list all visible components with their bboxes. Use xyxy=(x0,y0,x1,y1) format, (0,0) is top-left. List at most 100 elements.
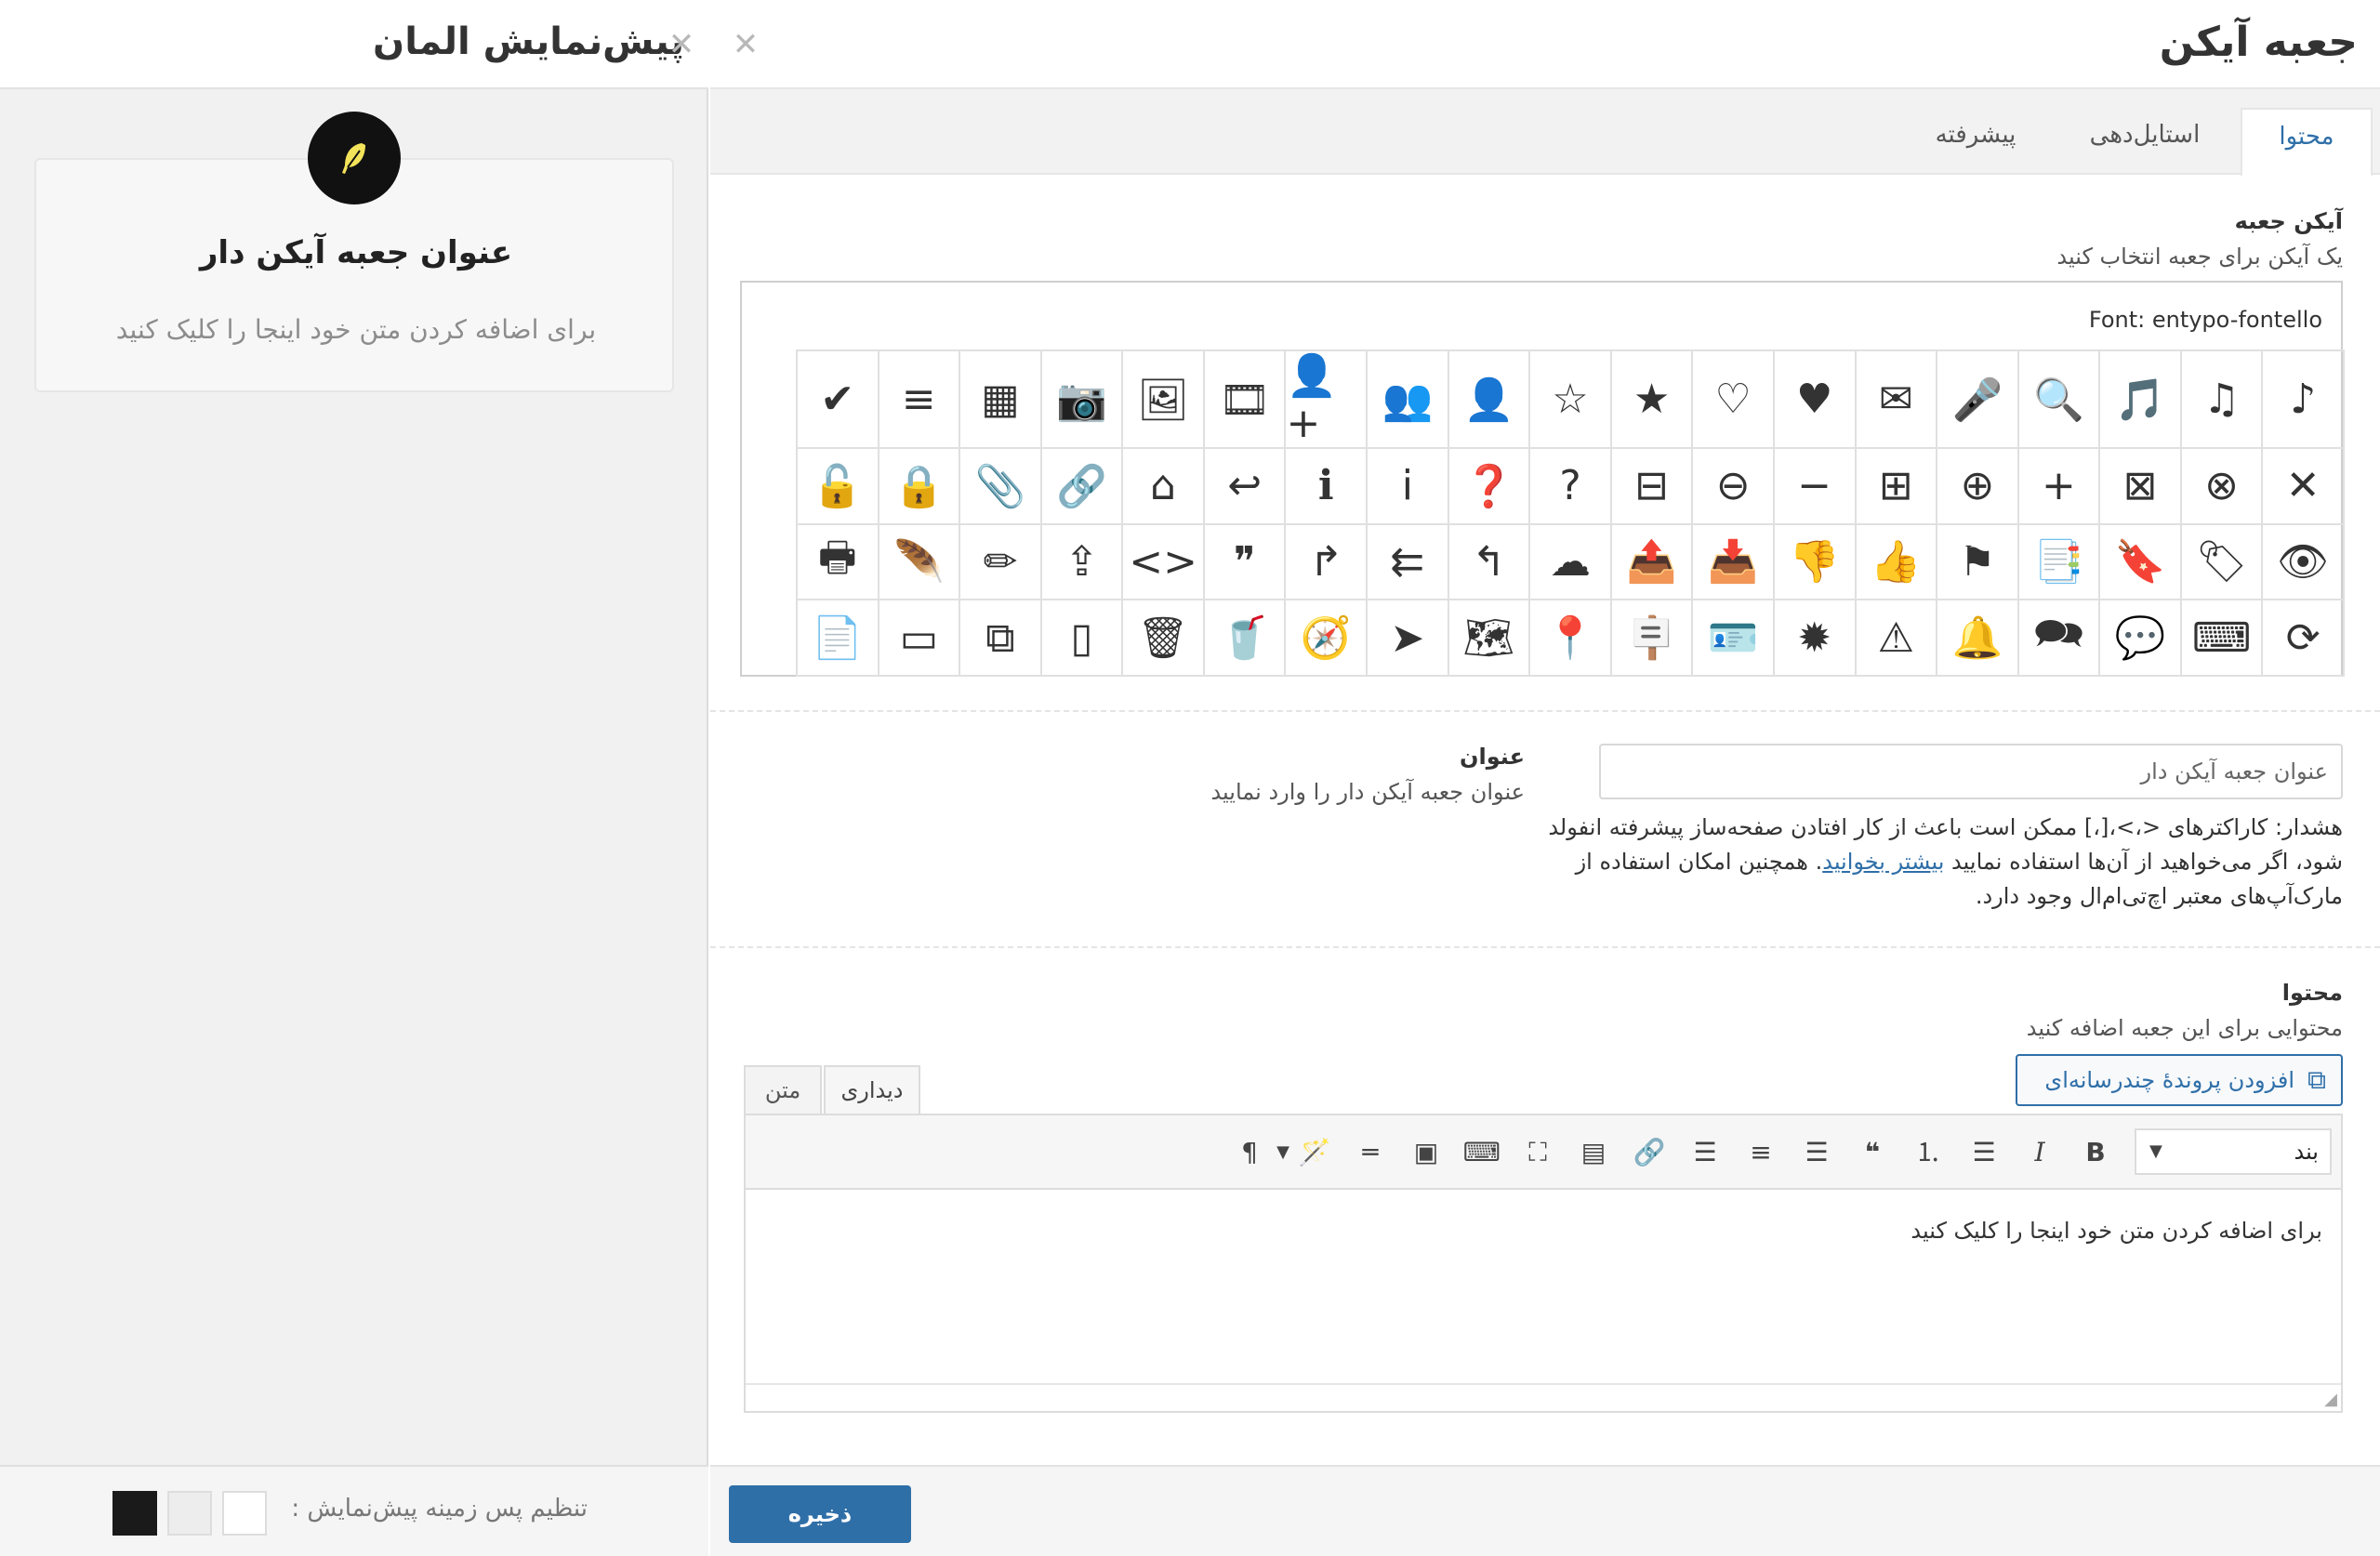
icon-option[interactable]: ✉ xyxy=(1856,351,1938,449)
icon-option[interactable]: ⌨ xyxy=(2181,600,2264,677)
icon-option[interactable]: 🪧 xyxy=(1611,600,1694,677)
icon-option[interactable]: 🔒 xyxy=(879,449,961,525)
icon-option[interactable]: ⊠ xyxy=(2100,449,2182,525)
icon-option[interactable]: 💬 xyxy=(2100,600,2182,677)
icon-option[interactable]: ☆ xyxy=(1530,351,1612,449)
paragraph-format-select[interactable]: بند ▼ xyxy=(2135,1128,2332,1175)
icon-option[interactable]: 🔔 xyxy=(1937,600,2019,677)
icon-option[interactable]: 🎤 xyxy=(1937,351,2019,449)
icon-option[interactable]: ▯ xyxy=(1041,600,1124,677)
blockquote-icon[interactable]: ❝ xyxy=(1852,1132,1893,1173)
icon-option[interactable]: ⇇ xyxy=(1368,524,1449,601)
icon-option[interactable]: 🎞 xyxy=(1204,351,1287,449)
icon-option[interactable]: ☁ xyxy=(1530,524,1612,601)
icon-option[interactable]: 🖶 xyxy=(798,524,879,601)
icon-option[interactable]: 📎 xyxy=(960,449,1042,525)
fullscreen-icon[interactable]: ⛶ xyxy=(1517,1132,1558,1173)
icon-option[interactable]: + xyxy=(2018,449,2101,525)
icon-option[interactable]: 🪶 xyxy=(879,524,961,601)
icon-option[interactable]: ⊞ xyxy=(1856,449,1938,525)
icon-option[interactable]: ↱ xyxy=(1286,524,1368,601)
icon-option[interactable]: ➤ xyxy=(1368,600,1449,677)
close-icon[interactable]: ✕ xyxy=(727,22,764,67)
editor-tab-text[interactable]: متن xyxy=(744,1065,822,1115)
tab-advanced[interactable]: پیشرفته xyxy=(1897,108,2055,177)
save-button[interactable]: ذخیره xyxy=(729,1485,911,1543)
icon-option[interactable]: 🪪 xyxy=(1693,600,1775,677)
title-input[interactable] xyxy=(1599,744,2343,799)
icon-option[interactable]: <> xyxy=(1123,524,1205,601)
icon-option[interactable]: 🧭 xyxy=(1286,600,1368,677)
editor-body[interactable]: برای اضافه کردن متن خود اینجا را کلیک کن… xyxy=(1911,1218,2322,1244)
italic-icon[interactable]: I xyxy=(2019,1132,2060,1173)
horizontal-line-icon[interactable]: ═ xyxy=(1350,1132,1391,1173)
align-center-icon[interactable]: ≡ xyxy=(1740,1132,1781,1173)
icon-option[interactable]: 📥 xyxy=(1693,524,1775,601)
icon-option[interactable]: ⚠ xyxy=(1856,600,1938,677)
icon-option[interactable]: ♡ xyxy=(1693,351,1775,449)
keyboard-icon[interactable]: ⌨ xyxy=(1461,1132,1502,1173)
icon-option[interactable]: ? xyxy=(1530,449,1612,525)
bold-icon[interactable]: B xyxy=(2075,1132,2116,1173)
icon-option[interactable]: 📤 xyxy=(1611,524,1694,601)
icon-option[interactable]: 🔍 xyxy=(2018,351,2101,449)
icon-option[interactable]: ⊖ xyxy=(1693,449,1775,525)
media-icon[interactable]: ▣ xyxy=(1406,1132,1447,1173)
swatch-white[interactable] xyxy=(222,1491,267,1536)
icon-option[interactable]: 📷 xyxy=(1041,351,1124,449)
icon-option[interactable]: ❓ xyxy=(1448,449,1531,525)
icon-option[interactable]: − xyxy=(1774,449,1857,525)
icon-option[interactable]: 🔗 xyxy=(1041,449,1124,525)
icon-option[interactable]: ≡ xyxy=(879,351,961,449)
swatch-black[interactable] xyxy=(112,1491,157,1536)
icon-option[interactable]: 🗑 xyxy=(1123,600,1205,677)
icon-option[interactable]: ⇪ xyxy=(1041,524,1124,601)
icon-option[interactable]: 🎵 xyxy=(2100,351,2182,449)
icon-option[interactable]: 👥 xyxy=(1368,351,1449,449)
icon-option[interactable]: ✕ xyxy=(2263,449,2345,525)
read-more-link[interactable]: بیشتر بخوانید xyxy=(1822,849,1944,875)
link-icon[interactable]: 🔗 xyxy=(1629,1132,1670,1173)
icon-option[interactable]: 🗪 xyxy=(2018,600,2101,677)
icon-option[interactable]: ▦ xyxy=(960,351,1042,449)
preview-close-icon[interactable]: ✕ xyxy=(654,0,708,89)
icon-option[interactable]: ↰ xyxy=(1448,524,1531,601)
icon-option[interactable]: 🔖 xyxy=(2100,524,2182,601)
icon-option[interactable]: ↩ xyxy=(1204,449,1287,525)
resize-handle-icon[interactable]: ◢ xyxy=(2324,1390,2337,1409)
icon-option[interactable]: ★ xyxy=(1611,351,1694,449)
icon-option[interactable]: ℹ xyxy=(1286,449,1368,525)
align-left-icon[interactable]: ☰ xyxy=(1796,1132,1837,1173)
icon-option[interactable]: ⊗ xyxy=(2181,449,2264,525)
icon-option[interactable]: ♥ xyxy=(1774,351,1857,449)
swatch-grey[interactable] xyxy=(167,1491,212,1536)
tab-content[interactable]: محتوا xyxy=(2241,108,2373,177)
icon-option[interactable]: 📑 xyxy=(2018,524,2101,601)
icon-option[interactable]: ⊕ xyxy=(1937,449,2019,525)
icon-option[interactable]: ❞ xyxy=(1204,524,1287,601)
icon-option[interactable]: ♫ xyxy=(2181,351,2264,449)
icon-option[interactable]: ⟳ xyxy=(2263,600,2345,677)
bullet-list-icon[interactable]: ☰ xyxy=(1964,1132,2004,1173)
read-more-tag-icon[interactable]: ▤ xyxy=(1573,1132,1614,1173)
editor-tab-visual[interactable]: دیداری xyxy=(824,1065,920,1115)
icon-option[interactable]: ⊟ xyxy=(1611,449,1694,525)
icon-option[interactable]: 🗺 xyxy=(1448,600,1531,677)
icon-option[interactable]: i xyxy=(1368,449,1449,525)
icon-option[interactable]: 📄 xyxy=(798,600,879,677)
paragraph-direction-icon[interactable]: ¶ xyxy=(1229,1132,1270,1173)
icon-option[interactable]: 🥤 xyxy=(1204,600,1287,677)
icon-option[interactable]: ▭ xyxy=(879,600,961,677)
icon-option[interactable]: 👤+ xyxy=(1286,351,1368,449)
add-media-button[interactable]: ⧉ افزودن پروندهٔ چندرسانه‌ای xyxy=(2016,1054,2343,1106)
icon-option[interactable]: 📍 xyxy=(1530,600,1612,677)
icon-option[interactable]: ✹ xyxy=(1774,600,1857,677)
icon-option[interactable]: ✏ xyxy=(960,524,1042,601)
icon-option[interactable]: 👤 xyxy=(1448,351,1531,449)
icon-option[interactable]: 👁 xyxy=(2263,524,2345,601)
numbered-list-icon[interactable]: ⒈ xyxy=(1908,1132,1949,1173)
icon-option[interactable]: 🏷 xyxy=(2181,524,2264,601)
align-right-icon[interactable]: ☰ xyxy=(1685,1132,1726,1173)
icon-option[interactable]: 🖼 xyxy=(1123,351,1205,449)
icon-option[interactable]: ✔ xyxy=(798,351,879,449)
